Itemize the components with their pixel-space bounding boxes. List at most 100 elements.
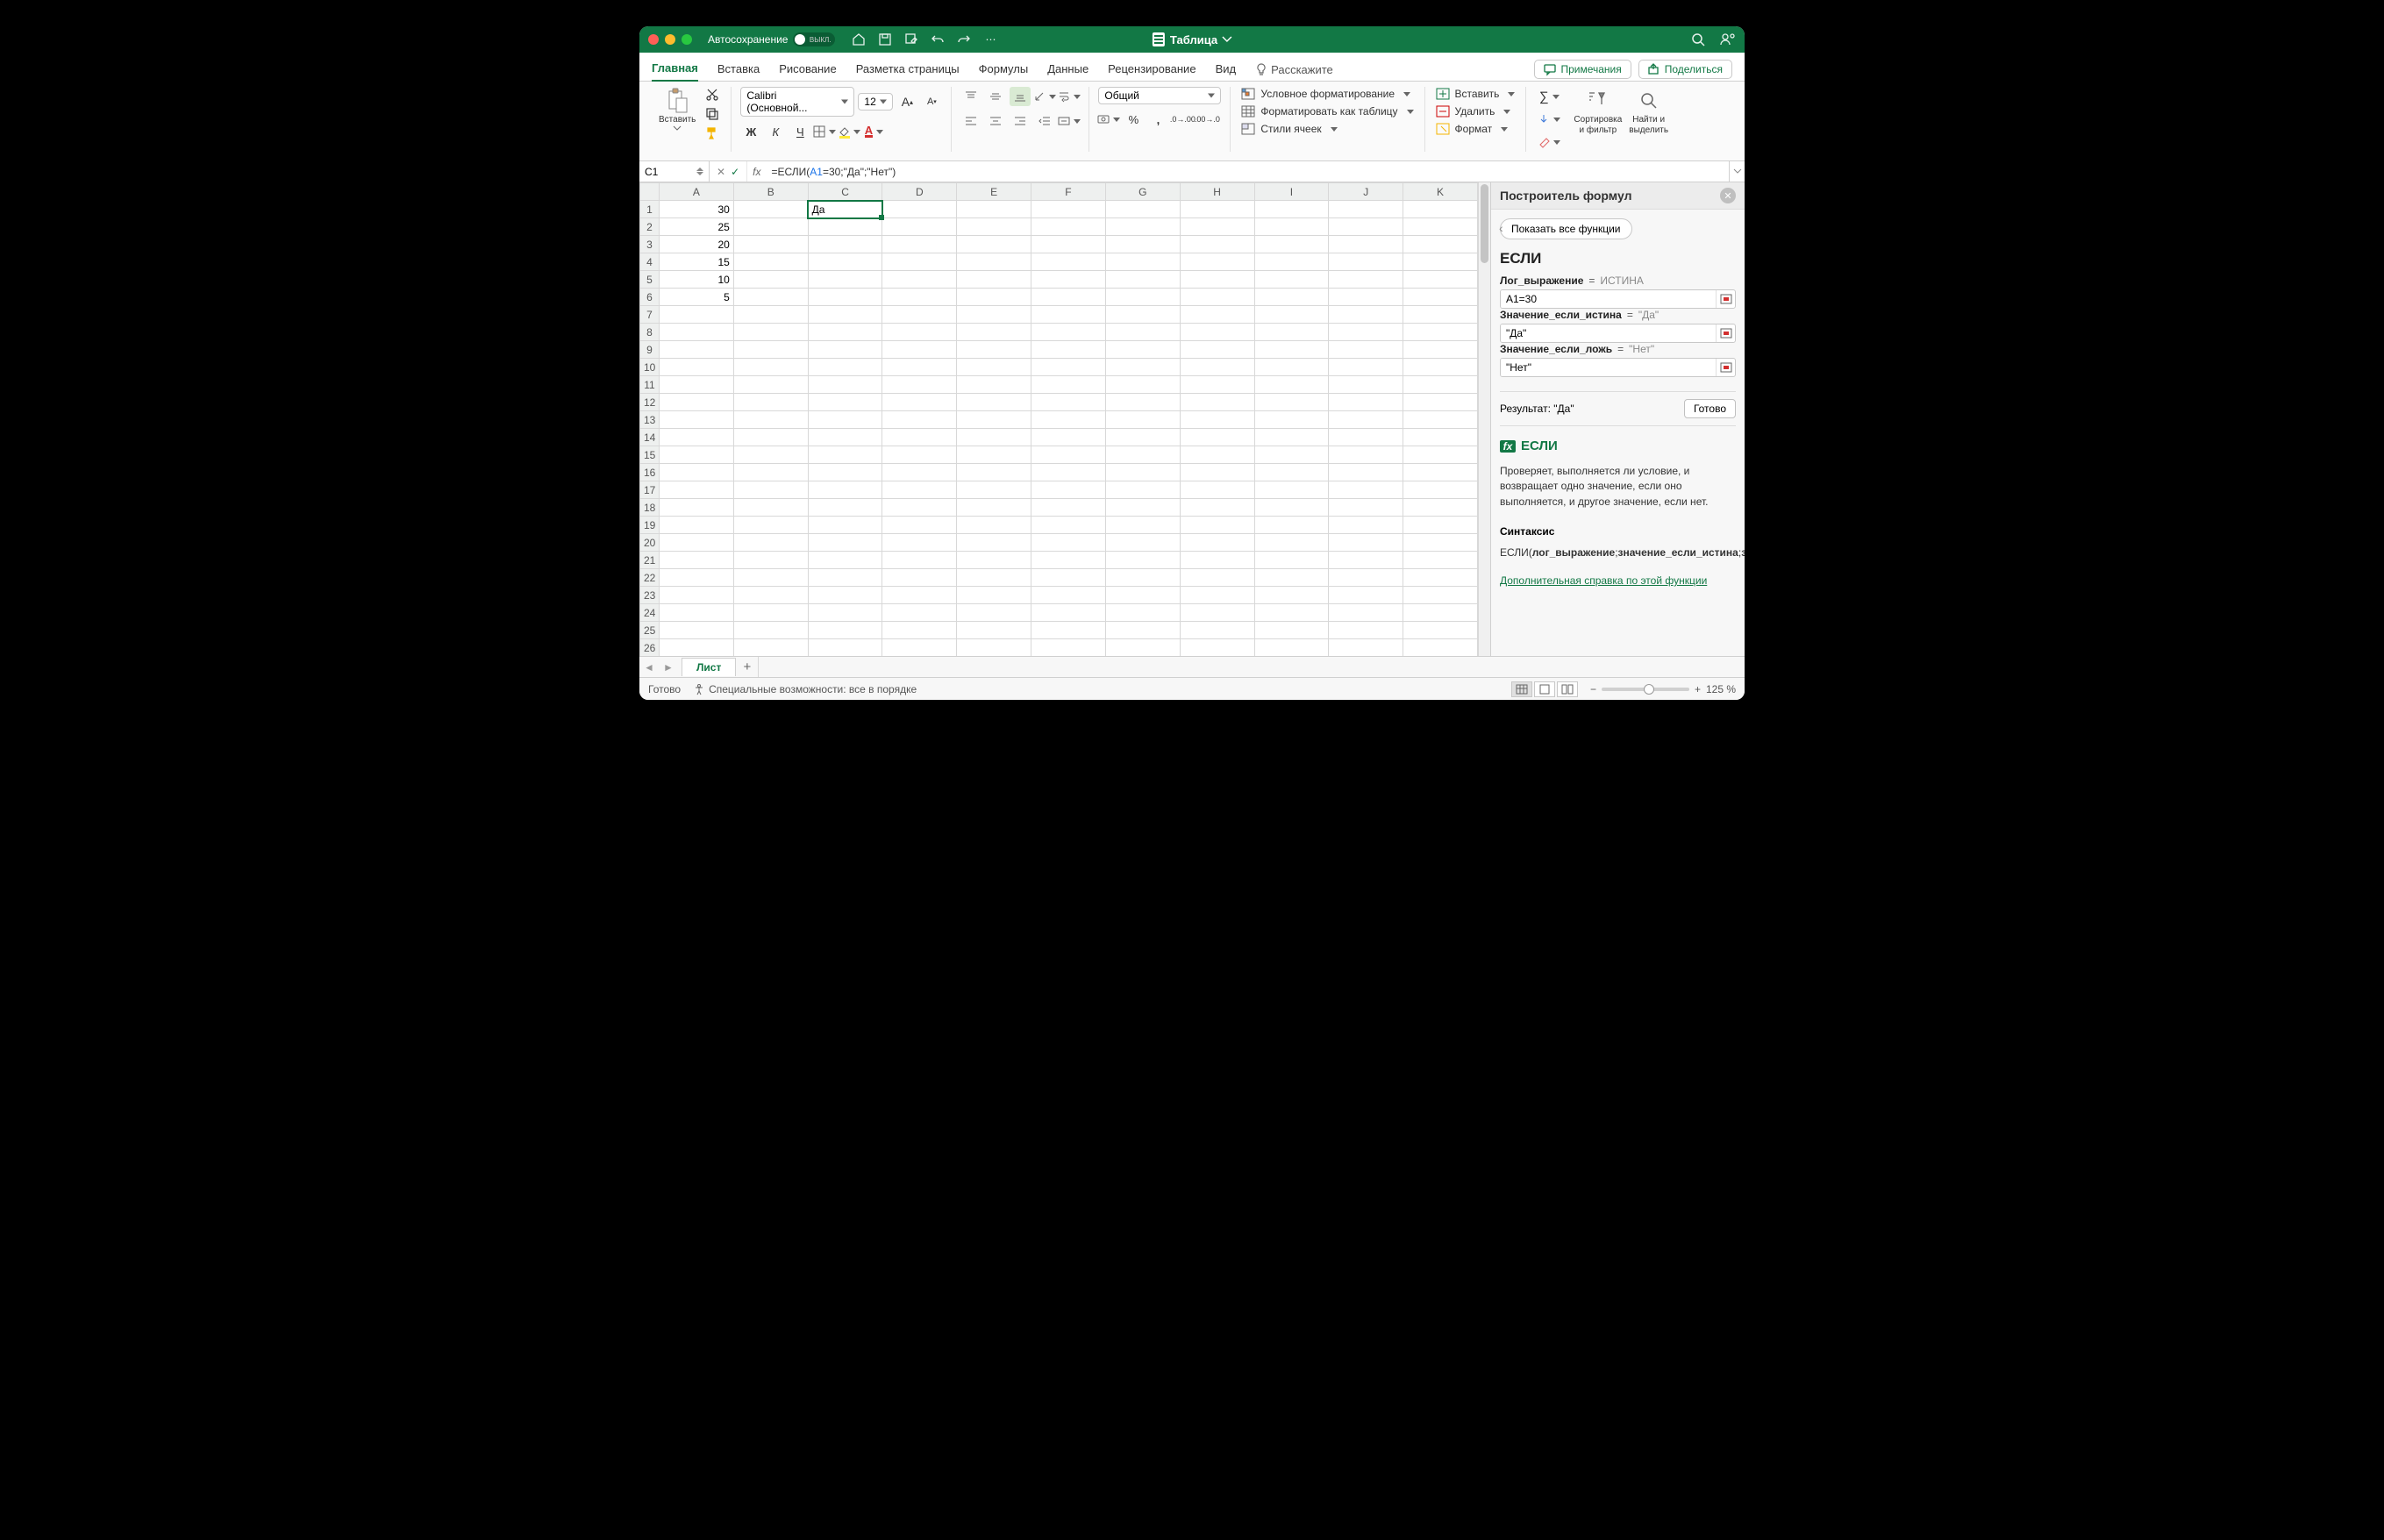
cell[interactable] xyxy=(733,359,808,376)
cell[interactable]: 10 xyxy=(660,271,734,289)
cell[interactable] xyxy=(1329,201,1403,218)
align-middle-icon[interactable] xyxy=(985,87,1006,106)
zoom-in-icon[interactable]: + xyxy=(1695,683,1701,695)
cell[interactable] xyxy=(660,394,734,411)
tab-view[interactable]: Вид xyxy=(1216,59,1237,81)
cell[interactable] xyxy=(1403,411,1478,429)
increase-font-icon[interactable]: A▴ xyxy=(896,92,917,111)
cell[interactable] xyxy=(1329,587,1403,604)
cell[interactable] xyxy=(1329,324,1403,341)
cell[interactable] xyxy=(882,639,957,657)
cell[interactable] xyxy=(1403,481,1478,499)
cell[interactable] xyxy=(1105,429,1180,446)
cell[interactable] xyxy=(808,341,882,359)
cell[interactable] xyxy=(1329,394,1403,411)
cell[interactable] xyxy=(1180,253,1254,271)
cell[interactable] xyxy=(1329,236,1403,253)
cell[interactable] xyxy=(1254,324,1329,341)
cell[interactable] xyxy=(1105,604,1180,622)
cell[interactable] xyxy=(882,289,957,306)
column-header[interactable]: I xyxy=(1254,183,1329,201)
cell[interactable] xyxy=(733,341,808,359)
row-header[interactable]: 11 xyxy=(640,376,660,394)
row-header[interactable]: 13 xyxy=(640,411,660,429)
cell[interactable] xyxy=(1329,569,1403,587)
cell[interactable] xyxy=(1031,639,1106,657)
cell[interactable] xyxy=(808,306,882,324)
cell[interactable] xyxy=(1105,394,1180,411)
cell[interactable] xyxy=(1403,517,1478,534)
formula-input[interactable]: =ЕСЛИ(A1=30;"Да";"Нет") xyxy=(766,166,1729,178)
cell[interactable] xyxy=(733,201,808,218)
cell[interactable] xyxy=(733,253,808,271)
column-header[interactable]: J xyxy=(1329,183,1403,201)
cell[interactable] xyxy=(1403,306,1478,324)
row-header[interactable]: 26 xyxy=(640,639,660,657)
cell[interactable] xyxy=(1105,341,1180,359)
arg-input[interactable] xyxy=(1501,359,1716,376)
cell[interactable] xyxy=(1105,289,1180,306)
tell-me[interactable]: Расскажите xyxy=(1255,63,1333,76)
zoom-control[interactable]: − + 125 % xyxy=(1590,683,1736,695)
cell[interactable] xyxy=(1031,569,1106,587)
cell[interactable]: Да xyxy=(808,201,882,218)
column-header[interactable]: F xyxy=(1031,183,1106,201)
align-bottom-icon[interactable] xyxy=(1010,87,1031,106)
cell[interactable] xyxy=(808,324,882,341)
cell[interactable] xyxy=(957,622,1031,639)
cell[interactable] xyxy=(957,236,1031,253)
find-select-button[interactable]: Найти и выделить xyxy=(1625,87,1672,137)
cell[interactable] xyxy=(1180,604,1254,622)
cell[interactable] xyxy=(1403,429,1478,446)
cell[interactable] xyxy=(882,341,957,359)
font-name-dropdown[interactable]: Calibri (Основной... xyxy=(740,87,854,117)
cell[interactable] xyxy=(733,236,808,253)
cell[interactable] xyxy=(1180,201,1254,218)
cell[interactable] xyxy=(1254,306,1329,324)
cell[interactable] xyxy=(1329,429,1403,446)
cell[interactable] xyxy=(957,534,1031,552)
cell[interactable] xyxy=(1254,552,1329,569)
cell[interactable] xyxy=(1254,464,1329,481)
cell[interactable] xyxy=(733,622,808,639)
cell[interactable] xyxy=(660,639,734,657)
cell[interactable] xyxy=(957,376,1031,394)
cell[interactable] xyxy=(1403,446,1478,464)
cell[interactable] xyxy=(733,464,808,481)
cell[interactable] xyxy=(882,464,957,481)
cell[interactable] xyxy=(1180,324,1254,341)
cell[interactable] xyxy=(957,341,1031,359)
borders-button[interactable] xyxy=(814,122,835,141)
cell[interactable] xyxy=(733,534,808,552)
cell[interactable] xyxy=(1031,604,1106,622)
cell[interactable] xyxy=(1180,639,1254,657)
autosave-toggle[interactable]: Автосохранение ВЫКЛ. xyxy=(708,32,835,46)
fill-color-button[interactable] xyxy=(839,122,860,141)
cell[interactable] xyxy=(957,569,1031,587)
cell[interactable] xyxy=(1403,464,1478,481)
tab-draw[interactable]: Рисование xyxy=(779,59,836,81)
tab-layout[interactable]: Разметка страницы xyxy=(856,59,960,81)
user-icon[interactable] xyxy=(1720,32,1736,47)
home-icon[interactable] xyxy=(851,32,867,47)
cell[interactable] xyxy=(882,201,957,218)
column-header[interactable]: E xyxy=(957,183,1031,201)
cell[interactable] xyxy=(1105,517,1180,534)
row-header[interactable]: 12 xyxy=(640,394,660,411)
cell[interactable] xyxy=(808,236,882,253)
cell[interactable]: 15 xyxy=(660,253,734,271)
cell[interactable] xyxy=(1031,376,1106,394)
align-right-icon[interactable] xyxy=(1010,111,1031,131)
cell[interactable] xyxy=(1105,552,1180,569)
cell[interactable] xyxy=(957,639,1031,657)
cell[interactable] xyxy=(1403,376,1478,394)
cell[interactable] xyxy=(1031,499,1106,517)
row-header[interactable]: 23 xyxy=(640,587,660,604)
sheet-tab[interactable]: Лист xyxy=(682,658,736,676)
cell[interactable] xyxy=(733,218,808,236)
cell[interactable] xyxy=(1105,534,1180,552)
autosum-icon[interactable]: ∑ xyxy=(1535,87,1563,106)
cell[interactable] xyxy=(808,639,882,657)
sort-filter-button[interactable]: Сортировка и фильтр xyxy=(1570,87,1625,137)
cell[interactable] xyxy=(1254,271,1329,289)
